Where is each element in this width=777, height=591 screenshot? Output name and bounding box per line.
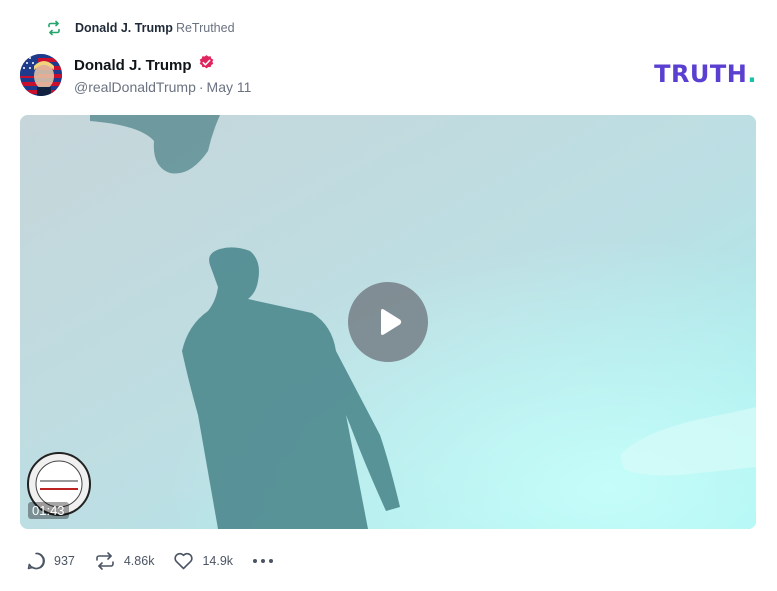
reply-icon <box>26 551 46 571</box>
more-icon <box>252 552 274 570</box>
author-name[interactable]: Donald J. Trump <box>74 57 192 74</box>
reply-button[interactable]: 937 <box>26 551 75 571</box>
more-options-button[interactable] <box>252 552 274 570</box>
play-button[interactable] <box>348 282 428 362</box>
retruth-icon <box>46 20 62 36</box>
author-handle[interactable]: @realDonaldTrump <box>74 79 196 95</box>
meta-separator: · <box>198 79 204 95</box>
play-icon <box>381 309 402 335</box>
retruth-author-link[interactable]: Donald J. Trump <box>75 21 173 35</box>
post-date[interactable]: May 11 <box>207 79 252 95</box>
like-button[interactable]: 14.9k <box>173 551 233 571</box>
avatar[interactable] <box>20 54 62 96</box>
action-bar: 937 4.86k 14.9k <box>26 550 274 572</box>
truth-logo[interactable]: TRUTH. <box>654 60 757 88</box>
video-duration: 01:43 <box>28 502 69 519</box>
heart-icon <box>173 551 194 571</box>
truth-logo-dot: . <box>747 60 757 88</box>
like-count: 14.9k <box>202 554 234 568</box>
retruth-action-icon <box>94 551 116 571</box>
truth-logo-text: TRUTH <box>654 60 748 88</box>
post-header: Donald J. Trump @realDonaldTrump · May 11 … <box>20 54 757 98</box>
reply-count: 937 <box>54 554 75 568</box>
retruth-button[interactable]: 4.86k <box>94 551 155 571</box>
retruth-bar: Donald J. Trump ReTruthed <box>46 18 235 38</box>
retruth-count: 4.86k <box>123 554 155 568</box>
verified-badge-icon <box>198 54 215 76</box>
retruth-label: ReTruthed <box>175 21 235 35</box>
video-player[interactable]: 01:43 <box>20 115 756 529</box>
